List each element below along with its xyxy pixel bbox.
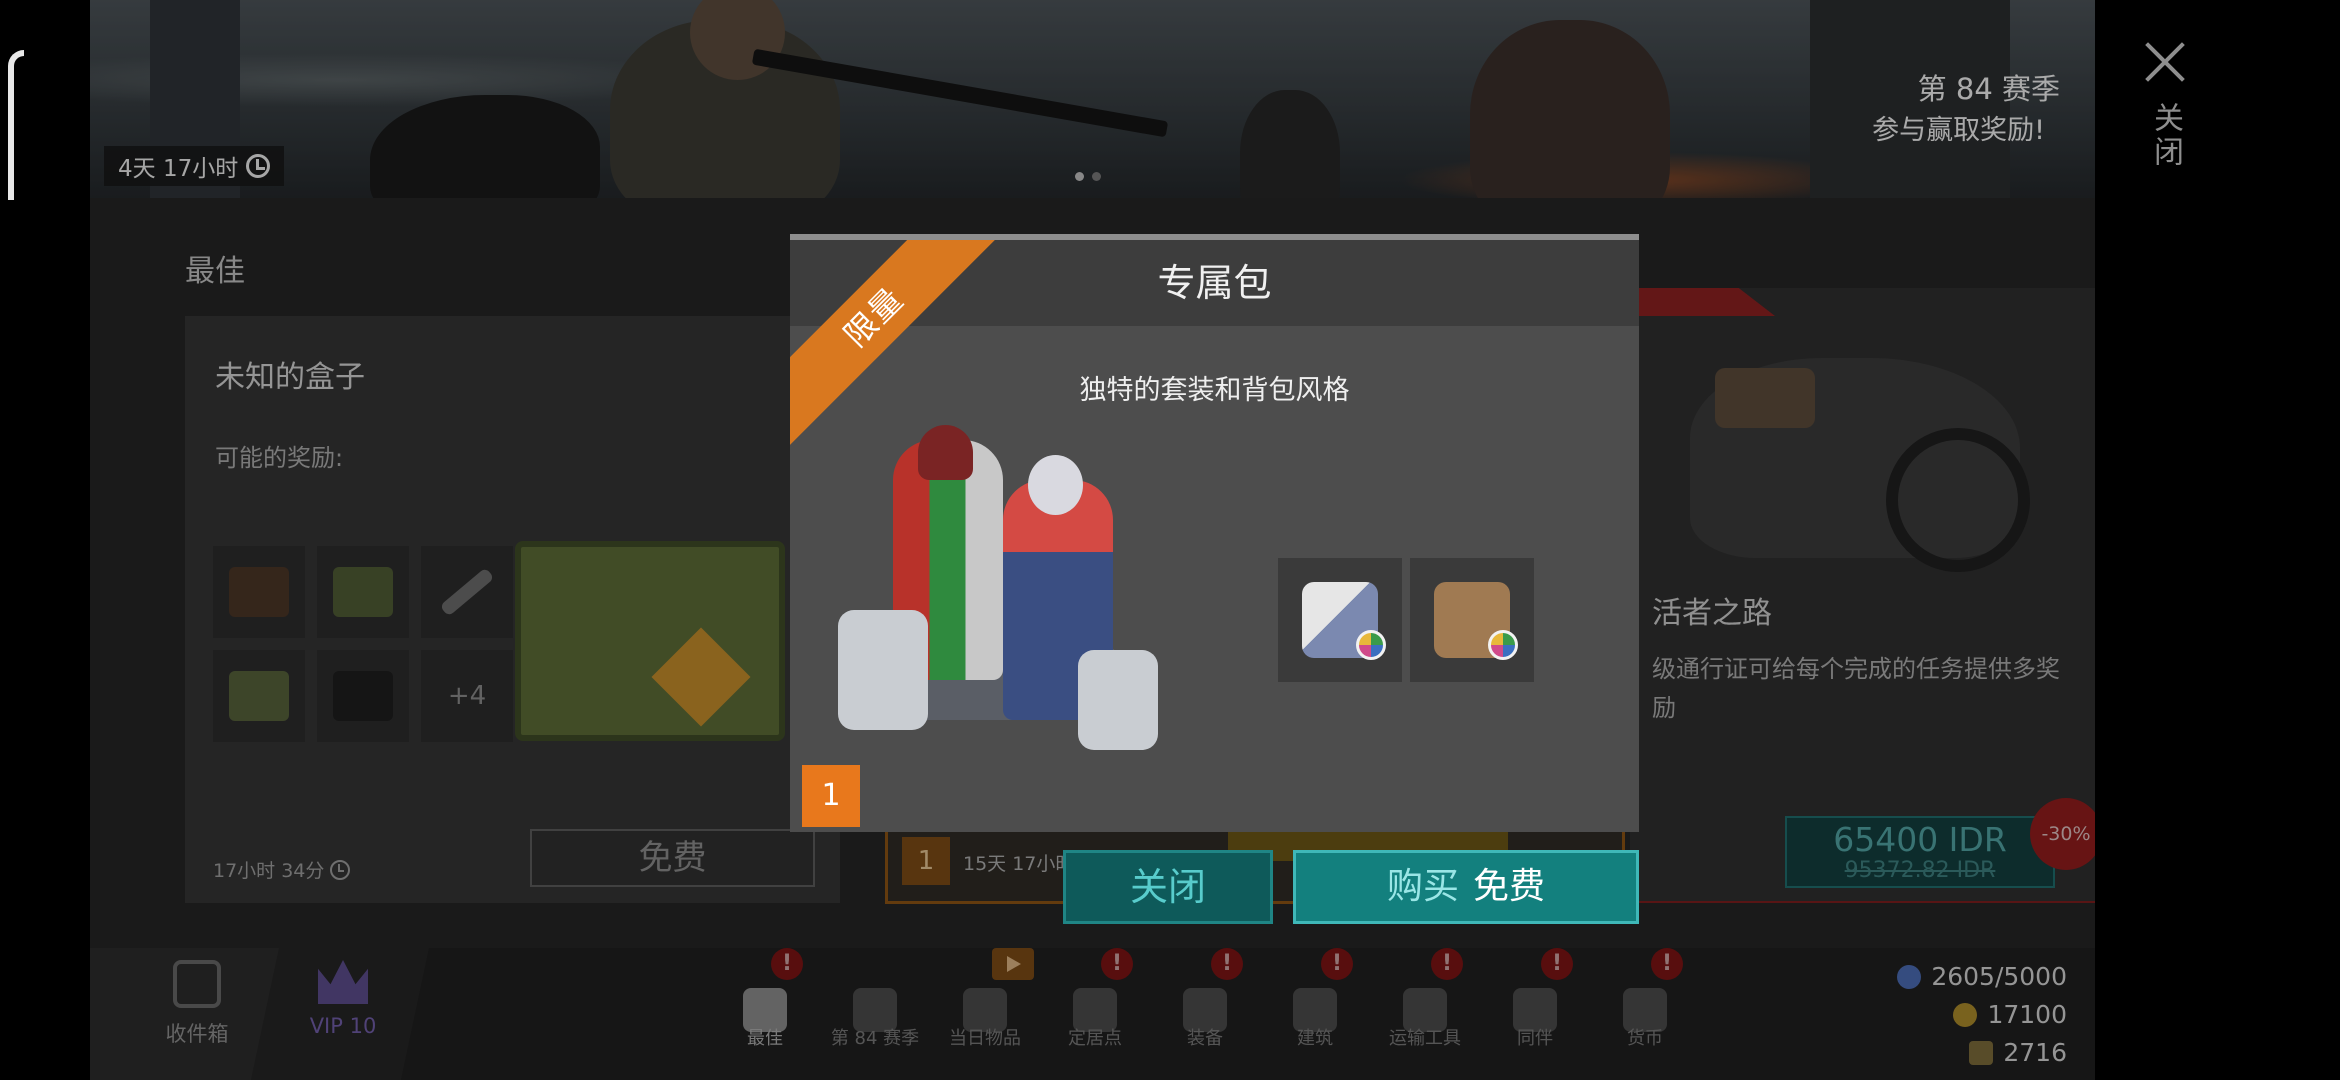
art-female-head [1028,455,1083,515]
pack-count-badge: 1 [802,765,860,827]
close-icon [2143,40,2187,84]
exclusive-pack-dialog: 专属包 限量 独特的套装和背包风格 1 [790,234,1639,832]
art-backpack-right [1078,650,1158,750]
side-close-label: 关闭 [2148,102,2183,170]
style-badge-icon [1356,630,1386,660]
item-slot-outfit[interactable] [1278,558,1402,682]
dialog-subtitle: 独特的套装和背包风格 [1079,375,1350,406]
style-badge-icon [1488,630,1518,660]
buy-label: 购买 [1386,866,1459,907]
art-male-head [918,425,973,480]
screen-edge-indicator [8,50,24,200]
dialog-close-button[interactable]: 关闭 [1063,850,1273,924]
outfit-preview-image [838,425,1168,750]
item-slot-backpack[interactable] [1410,558,1534,682]
buy-price: 免费 [1473,866,1546,907]
buy-button[interactable]: 购买 免费 [1293,850,1639,924]
side-close-button[interactable]: 关闭 [2140,40,2190,174]
art-backpack-left [838,610,928,730]
